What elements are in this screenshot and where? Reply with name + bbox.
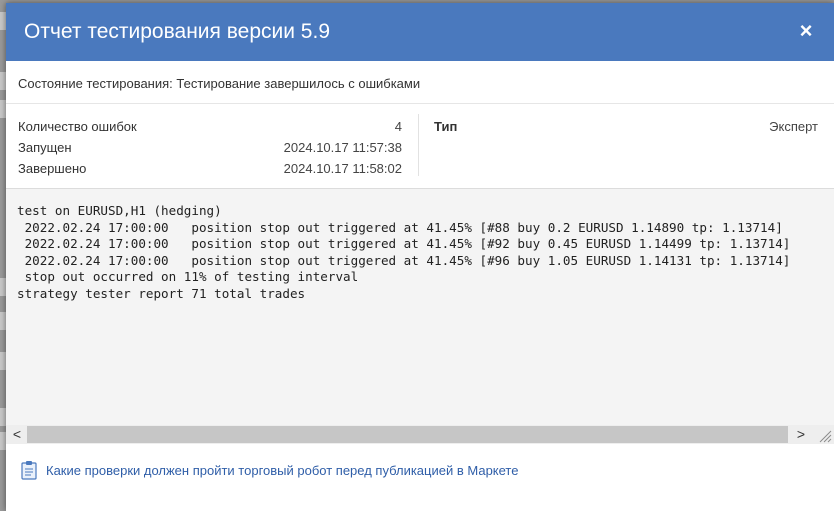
info-row-finished: Завершено 2024.10.17 11:58:02 xyxy=(18,158,402,179)
scroll-right-button[interactable]: > xyxy=(792,425,810,444)
product-type-info: Тип Эксперт xyxy=(434,116,818,137)
info-row-error-count: Количество ошибок 4 xyxy=(18,116,402,137)
log-line: 2022.02.24 17:00:00 position stop out tr… xyxy=(17,252,791,268)
type-value: Эксперт xyxy=(769,119,818,134)
info-value: 2024.10.17 11:58:02 xyxy=(283,161,402,176)
market-requirements-link-text: Какие проверки должен пройти торговый ро… xyxy=(46,462,519,478)
info-row-started: Запущен 2024.10.17 11:57:38 xyxy=(18,137,402,158)
log-line: test on EURUSD,H1 (hedging) xyxy=(17,203,222,218)
test-info-block: Количество ошибок 4 Запущен 2024.10.17 1… xyxy=(6,104,834,189)
test-log-panel[interactable]: test on EURUSD,H1 (hedging) 2022.02.24 1… xyxy=(6,189,834,444)
testing-status-text: Состояние тестирования: Тестирование зав… xyxy=(18,76,421,91)
info-value: 4 xyxy=(394,119,402,134)
test-report-dialog: Отчет тестирования версии 5.9 × Состояни… xyxy=(6,3,834,511)
info-label: Завершено xyxy=(18,161,87,176)
type-label: Тип xyxy=(434,119,458,134)
info-value: 2024.10.17 11:57:38 xyxy=(283,140,402,155)
info-label: Запущен xyxy=(18,140,72,155)
market-requirements-link[interactable]: Какие проверки должен пройти торговый ро… xyxy=(20,460,518,480)
test-info-table: Количество ошибок 4 Запущен 2024.10.17 1… xyxy=(18,116,402,179)
clipboard-document-icon xyxy=(21,461,37,480)
log-line: strategy tester report 71 total trades xyxy=(17,285,306,301)
dialog-title: Отчет тестирования версии 5.9 xyxy=(24,20,330,43)
horizontal-scrollbar[interactable]: < > xyxy=(6,425,834,444)
info-row-type: Тип Эксперт xyxy=(434,116,818,137)
log-line: 2022.02.24 17:00:00 position stop out tr… xyxy=(17,236,791,252)
log-line: stop out occurred on 11% of testing inte… xyxy=(17,269,359,285)
scrollbar-thumb[interactable] xyxy=(27,426,788,443)
log-line: 2022.02.24 17:00:00 position stop out tr… xyxy=(17,219,783,235)
column-divider xyxy=(418,114,419,176)
resize-grip-icon[interactable] xyxy=(816,427,832,443)
dialog-titlebar: Отчет тестирования версии 5.9 × xyxy=(6,3,834,61)
scroll-left-button[interactable]: < xyxy=(8,425,26,444)
close-button[interactable]: × xyxy=(794,17,818,45)
info-label: Количество ошибок xyxy=(18,119,137,134)
dialog-footer: Какие проверки должен пройти торговый ро… xyxy=(6,444,834,493)
testing-status-row: Состояние тестирования: Тестирование зав… xyxy=(6,61,834,104)
test-log-text[interactable]: test on EURUSD,H1 (hedging) 2022.02.24 1… xyxy=(17,203,790,303)
